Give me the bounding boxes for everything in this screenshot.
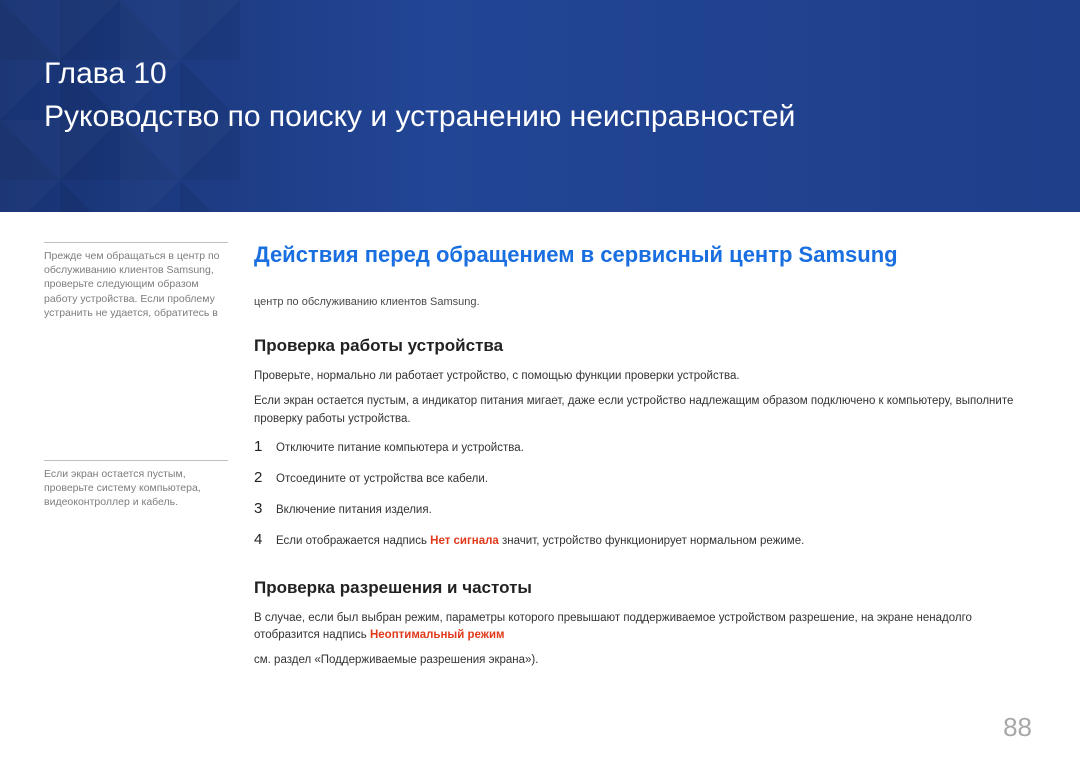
step4-prefix: Если отображается надпись — [276, 535, 430, 547]
main-content: Действия перед обращением в сервисный це… — [244, 242, 1036, 678]
step-text: Отсоедините от устройства все кабели. — [276, 473, 488, 485]
sidebar: Прежде чем обращаться в центр по обслужи… — [44, 242, 244, 678]
chapter-header: Глава 10 Руководство по поиску и устране… — [0, 0, 1080, 212]
sidebar-note-2: Если экран остается пустым, проверьте си… — [44, 460, 228, 510]
sidebar-note-1: Прежде чем обращаться в центр по обслужи… — [44, 242, 228, 320]
step-number: 1 — [254, 438, 276, 455]
step-number: 2 — [254, 469, 276, 486]
step-text: Включение питания изделия. — [276, 504, 432, 516]
intro-text: центр по обслуживанию клиентов Samsung. — [254, 296, 1036, 308]
subsection-1-title: Проверка работы устройства — [254, 336, 1036, 356]
steps-list: 1 Отключите питание компьютера и устройс… — [254, 438, 1036, 548]
s2-p1-prefix: В случае, если был выбран режим, парамет… — [254, 612, 972, 641]
subsection-2-p2: см. раздел «Поддерживаемые разрешения эк… — [254, 652, 1036, 669]
subsection-2-title: Проверка разрешения и частоты — [254, 578, 1036, 598]
highlight-no-signal: Нет сигнала — [430, 535, 499, 547]
step-number: 4 — [254, 531, 276, 548]
step-text: Отключите питание компьютера и устройств… — [276, 442, 524, 454]
step-number: 3 — [254, 500, 276, 517]
page-number: 88 — [1003, 712, 1032, 743]
step-3: 3 Включение питания изделия. — [254, 500, 1036, 517]
step-1: 1 Отключите питание компьютера и устройс… — [254, 438, 1036, 455]
step-text: Если отображается надпись Нет сигнала зн… — [276, 535, 804, 547]
step4-suffix: значит, устройство функционирует нормаль… — [499, 535, 804, 547]
chapter-label: Глава 10 — [44, 56, 1080, 92]
subsection-1-p2: Если экран остается пустым, а индикатор … — [254, 393, 1036, 428]
step-2: 2 Отсоедините от устройства все кабели. — [254, 469, 1036, 486]
subsection-2-p1: В случае, если был выбран режим, парамет… — [254, 610, 1036, 645]
highlight-suboptimal-mode: Неоптимальный режим — [370, 629, 505, 641]
step-4: 4 Если отображается надпись Нет сигнала … — [254, 531, 1036, 548]
page-body: Прежде чем обращаться в центр по обслужи… — [0, 212, 1080, 678]
section-heading: Действия перед обращением в сервисный це… — [254, 242, 1036, 268]
chapter-title: Руководство по поиску и устранению неисп… — [44, 98, 1080, 136]
subsection-1-p1: Проверьте, нормально ли работает устройс… — [254, 368, 1036, 385]
